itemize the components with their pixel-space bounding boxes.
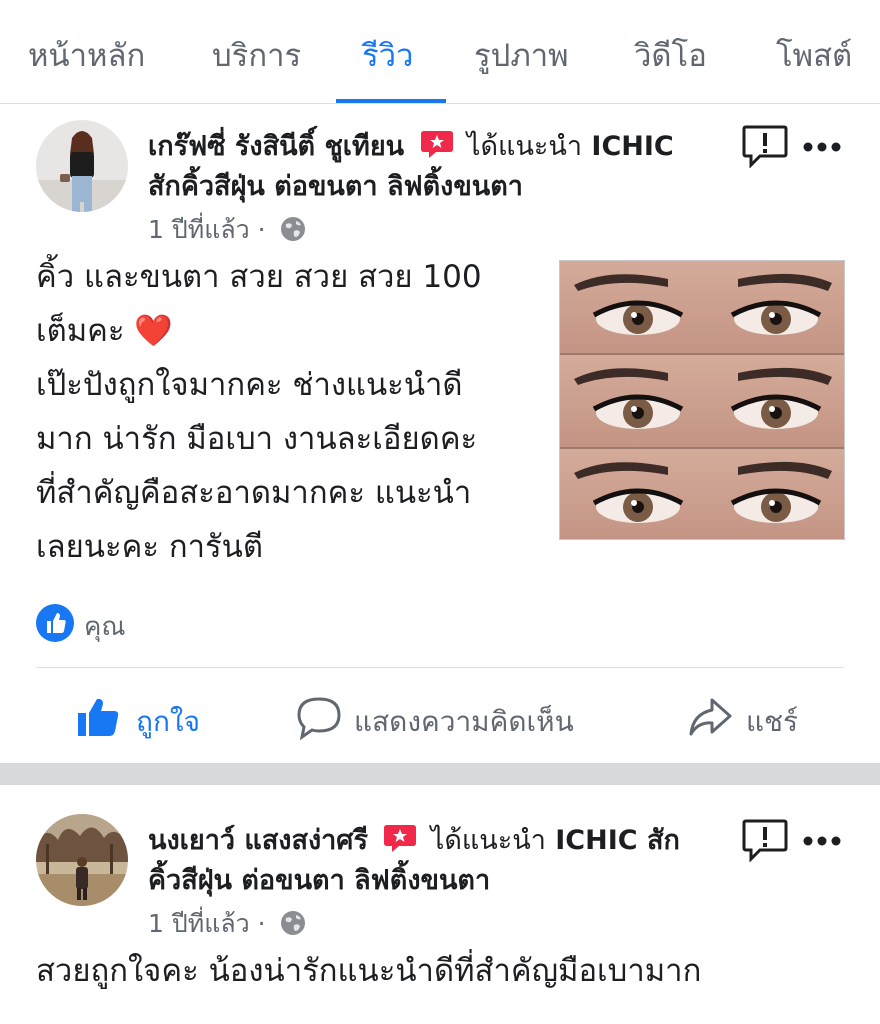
like-button[interactable]: ถูกใจ — [76, 694, 226, 742]
page-tabs: หน้าหลัก บริการ รีวิว รูปภาพ วิดีโอ โพสต… — [0, 0, 880, 104]
recommend-action: ได้แนะนำ — [430, 825, 546, 856]
recommend-action: ได้แนะนำ — [466, 131, 583, 162]
report-icon[interactable] — [742, 124, 788, 172]
post-timestamp: 1 ปีที่แล้ว · — [148, 210, 306, 250]
tab-reviews[interactable]: รีวิว — [362, 30, 413, 80]
recommend-badge-icon — [420, 129, 454, 166]
share-button[interactable]: แชร์ — [688, 694, 818, 742]
like-icon — [76, 696, 120, 745]
post-separator — [0, 763, 880, 785]
active-tab-indicator — [336, 99, 446, 103]
tab-photos[interactable]: รูปภาพ — [474, 30, 569, 80]
reactions-who: คุณ — [84, 612, 126, 642]
comment-button[interactable]: แสดงความคิดเห็น — [296, 694, 606, 742]
more-icon[interactable] — [802, 138, 842, 157]
more-icon[interactable] — [802, 832, 842, 851]
post-header-line2[interactable]: คิ้วสีฝุ่น ต่อขนตา ลิฟติ้งขนตา — [148, 858, 490, 901]
post-header-line2[interactable]: สักคิ้วสีฝุ่น ต่อขนตา ลิฟติ้งขนตา — [148, 164, 523, 207]
author-name[interactable]: นงเยาว์ แสงสง่าศรี — [148, 825, 368, 856]
post-header-line1: นงเยาว์ แสงสง่าศรี ได้แนะนำ ICHIC สัก — [148, 818, 680, 861]
tab-services[interactable]: บริการ — [212, 30, 301, 80]
post-timestamp: 1 ปีที่แล้ว · — [148, 904, 306, 944]
post-photo-eyelashes[interactable] — [559, 260, 845, 540]
comment-icon — [296, 696, 342, 747]
globe-icon — [280, 910, 306, 942]
report-icon[interactable] — [742, 818, 788, 866]
like-reaction-icon — [36, 604, 74, 642]
author-name[interactable]: เกร๊ฟซี่ รังสินีติ์ ชูเทียน — [148, 131, 404, 162]
globe-icon — [280, 216, 306, 248]
tab-posts[interactable]: โพสต์ — [776, 30, 852, 80]
page-name[interactable]: ICHIC สัก — [555, 825, 680, 856]
avatar[interactable] — [36, 120, 128, 212]
heart-emoji: ❤️ — [134, 313, 174, 349]
tab-videos[interactable]: วิดีโอ — [634, 30, 707, 80]
tab-home[interactable]: หน้าหลัก — [28, 30, 145, 80]
post-body: สวยถูกใจคะ น้องน่ารักแนะนำดีที่สำคัญมือเ… — [36, 953, 702, 989]
avatar[interactable] — [36, 814, 128, 906]
divider — [36, 667, 844, 668]
share-icon — [688, 696, 732, 745]
post-body: คิ้ว และขนตา สวย สวย สวย 100 เต็มคะ ❤️ เ… — [36, 259, 482, 565]
page-name[interactable]: ICHIC — [591, 131, 673, 162]
recommend-badge-icon — [383, 823, 417, 860]
post-header-line1: เกร๊ฟซี่ รังสินีติ์ ชูเทียน ได้แนะนำ ICH… — [148, 124, 674, 167]
